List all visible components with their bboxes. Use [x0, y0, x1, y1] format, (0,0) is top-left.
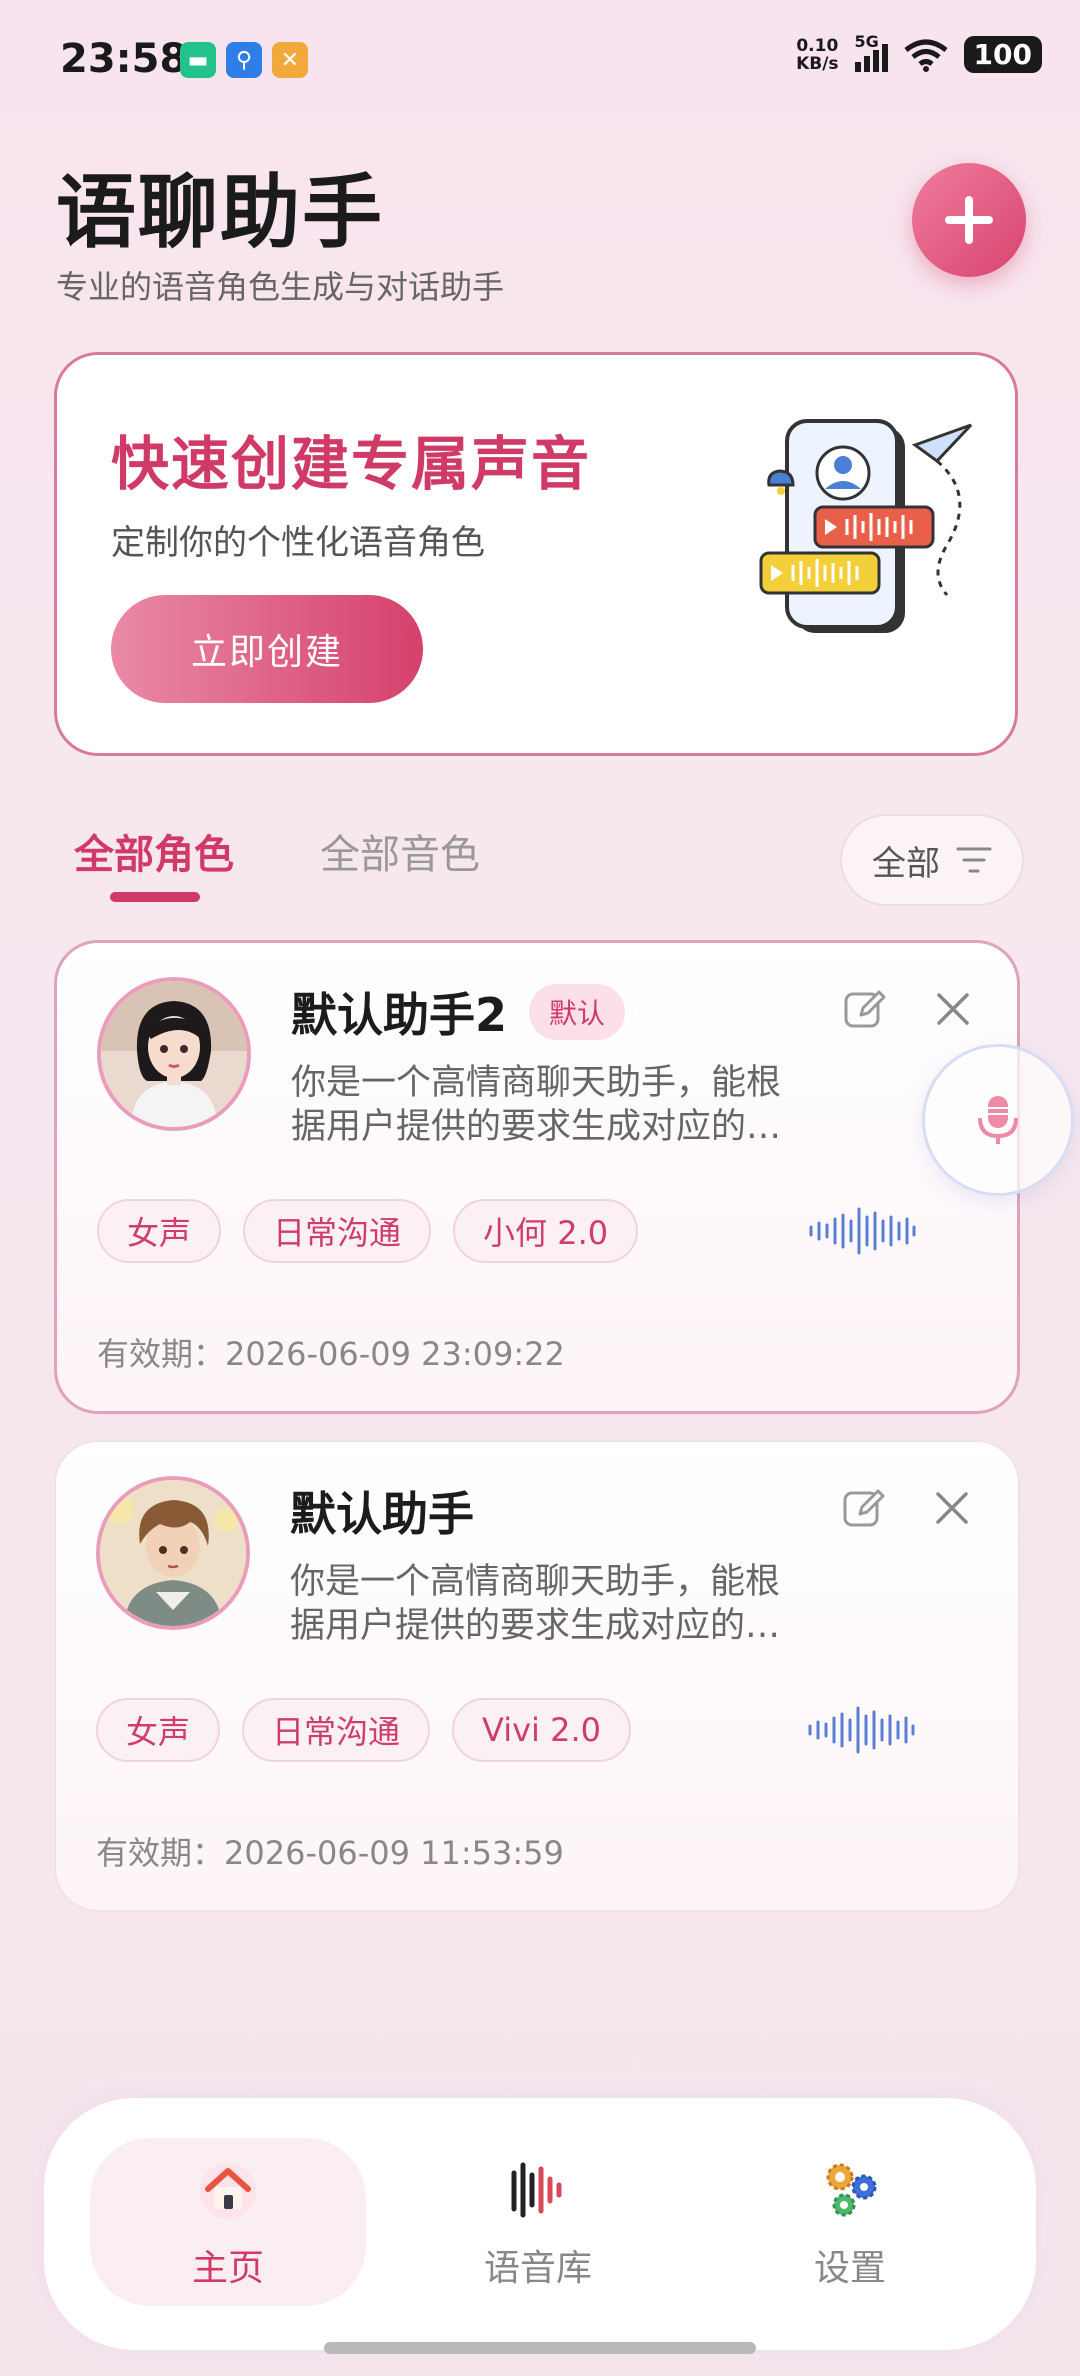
- default-badge: 默认: [529, 984, 626, 1040]
- plus-icon: [945, 196, 993, 244]
- character-card[interactable]: 默认助手 你是一个高情商聊天助手，能根据用户提供的要求生成对应的… 女声 日常沟…: [54, 1440, 1020, 1912]
- create-voice-banner: 快速创建专属声音 定制你的个性化语音角色 立即创建: [54, 352, 1018, 756]
- edit-icon[interactable]: [841, 985, 889, 1033]
- edit-icon[interactable]: [840, 1484, 888, 1532]
- close-icon[interactable]: [929, 985, 977, 1033]
- tag: Vivi 2.0: [452, 1698, 631, 1762]
- message-app-icon: ▬: [180, 42, 216, 78]
- banner-subtitle: 定制你的个性化语音角色: [111, 523, 485, 563]
- tab-all-characters[interactable]: 全部角色: [74, 822, 234, 880]
- filter-button[interactable]: 全部: [840, 814, 1024, 906]
- nav-item-voice-library[interactable]: 语音库: [400, 2098, 676, 2350]
- status-time: 23:58: [60, 36, 188, 82]
- tag: 女声: [96, 1698, 221, 1762]
- audio-wave-icon[interactable]: [807, 1205, 917, 1257]
- tools-icon: ✕: [272, 42, 308, 78]
- tag: 日常沟通: [243, 1199, 432, 1263]
- avatar-image-woman: [101, 981, 247, 1127]
- voice-library-icon: [511, 2162, 562, 2218]
- tab-all-voices[interactable]: 全部音色: [320, 822, 480, 880]
- nav-label-home: 主页: [191, 2248, 264, 2289]
- avatar-image-man: [100, 1480, 246, 1626]
- character-name: 默认助手: [290, 1487, 474, 1541]
- home-icon: [200, 2163, 256, 2219]
- close-icon[interactable]: [928, 1484, 976, 1532]
- tag: 女声: [97, 1199, 222, 1263]
- tab-active-indicator: [110, 892, 200, 902]
- validity-date: 有效期：2026-06-09 11:53:59: [96, 1834, 564, 1872]
- net-speed: 0.10 KB/s: [796, 35, 839, 74]
- add-button[interactable]: [912, 163, 1026, 277]
- character-card[interactable]: 默认助手2 默认 你是一个高情商聊天助手，能根据用户提供的要求生成对应的… 女声…: [54, 940, 1020, 1414]
- usb-icon: ⚲: [226, 42, 262, 78]
- wifi-icon: [903, 39, 948, 72]
- character-name-row: 默认助手: [290, 1478, 474, 1544]
- validity-date: 有效期：2026-06-09 23:09:22: [97, 1335, 565, 1373]
- banner-title: 快速创建专属声音: [111, 430, 592, 498]
- character-name: 默认助手2: [291, 988, 508, 1042]
- character-description: 你是一个高情商聊天助手，能根据用户提供的要求生成对应的…: [291, 1063, 782, 1147]
- microphone-icon: [978, 1096, 1018, 1144]
- avatar: [96, 1476, 250, 1630]
- character-name-row: 默认助手2 默认: [291, 979, 626, 1045]
- avatar: [97, 977, 251, 1131]
- tag: 日常沟通: [242, 1698, 431, 1762]
- nav-item-home[interactable]: 主页: [90, 2098, 366, 2350]
- filter-icon: [956, 847, 992, 873]
- character-description: 你是一个高情商聊天助手，能根据用户提供的要求生成对应的…: [290, 1562, 781, 1646]
- battery-indicator: 100: [963, 36, 1042, 73]
- nav-item-settings[interactable]: 设置: [712, 2098, 988, 2350]
- status-right: 0.10 KB/s 5G 100: [796, 32, 1042, 74]
- tag-list: 女声 日常沟通 小何 2.0: [97, 1199, 639, 1263]
- floating-mic-button[interactable]: [922, 1044, 1074, 1196]
- audio-wave-icon[interactable]: [806, 1704, 916, 1756]
- filter-label: 全部: [872, 843, 940, 884]
- nav-label-voice-library: 语音库: [483, 2248, 592, 2289]
- phone-voice-illustration: [759, 419, 973, 633]
- nav-label-settings: 设置: [813, 2248, 886, 2289]
- bottom-navigation: 主页 语音库 设置: [44, 2098, 1036, 2350]
- create-now-button[interactable]: 立即创建: [111, 595, 423, 703]
- signal-icon: 5G: [854, 32, 888, 72]
- tag-list: 女声 日常沟通 Vivi 2.0: [96, 1698, 631, 1762]
- page-title: 语聊助手: [56, 166, 384, 259]
- settings-gear-icon: [826, 2163, 877, 2217]
- tag: 小何 2.0: [453, 1199, 639, 1263]
- page-subtitle: 专业的语音角色生成与对话助手: [56, 268, 505, 306]
- home-indicator: [324, 2342, 756, 2354]
